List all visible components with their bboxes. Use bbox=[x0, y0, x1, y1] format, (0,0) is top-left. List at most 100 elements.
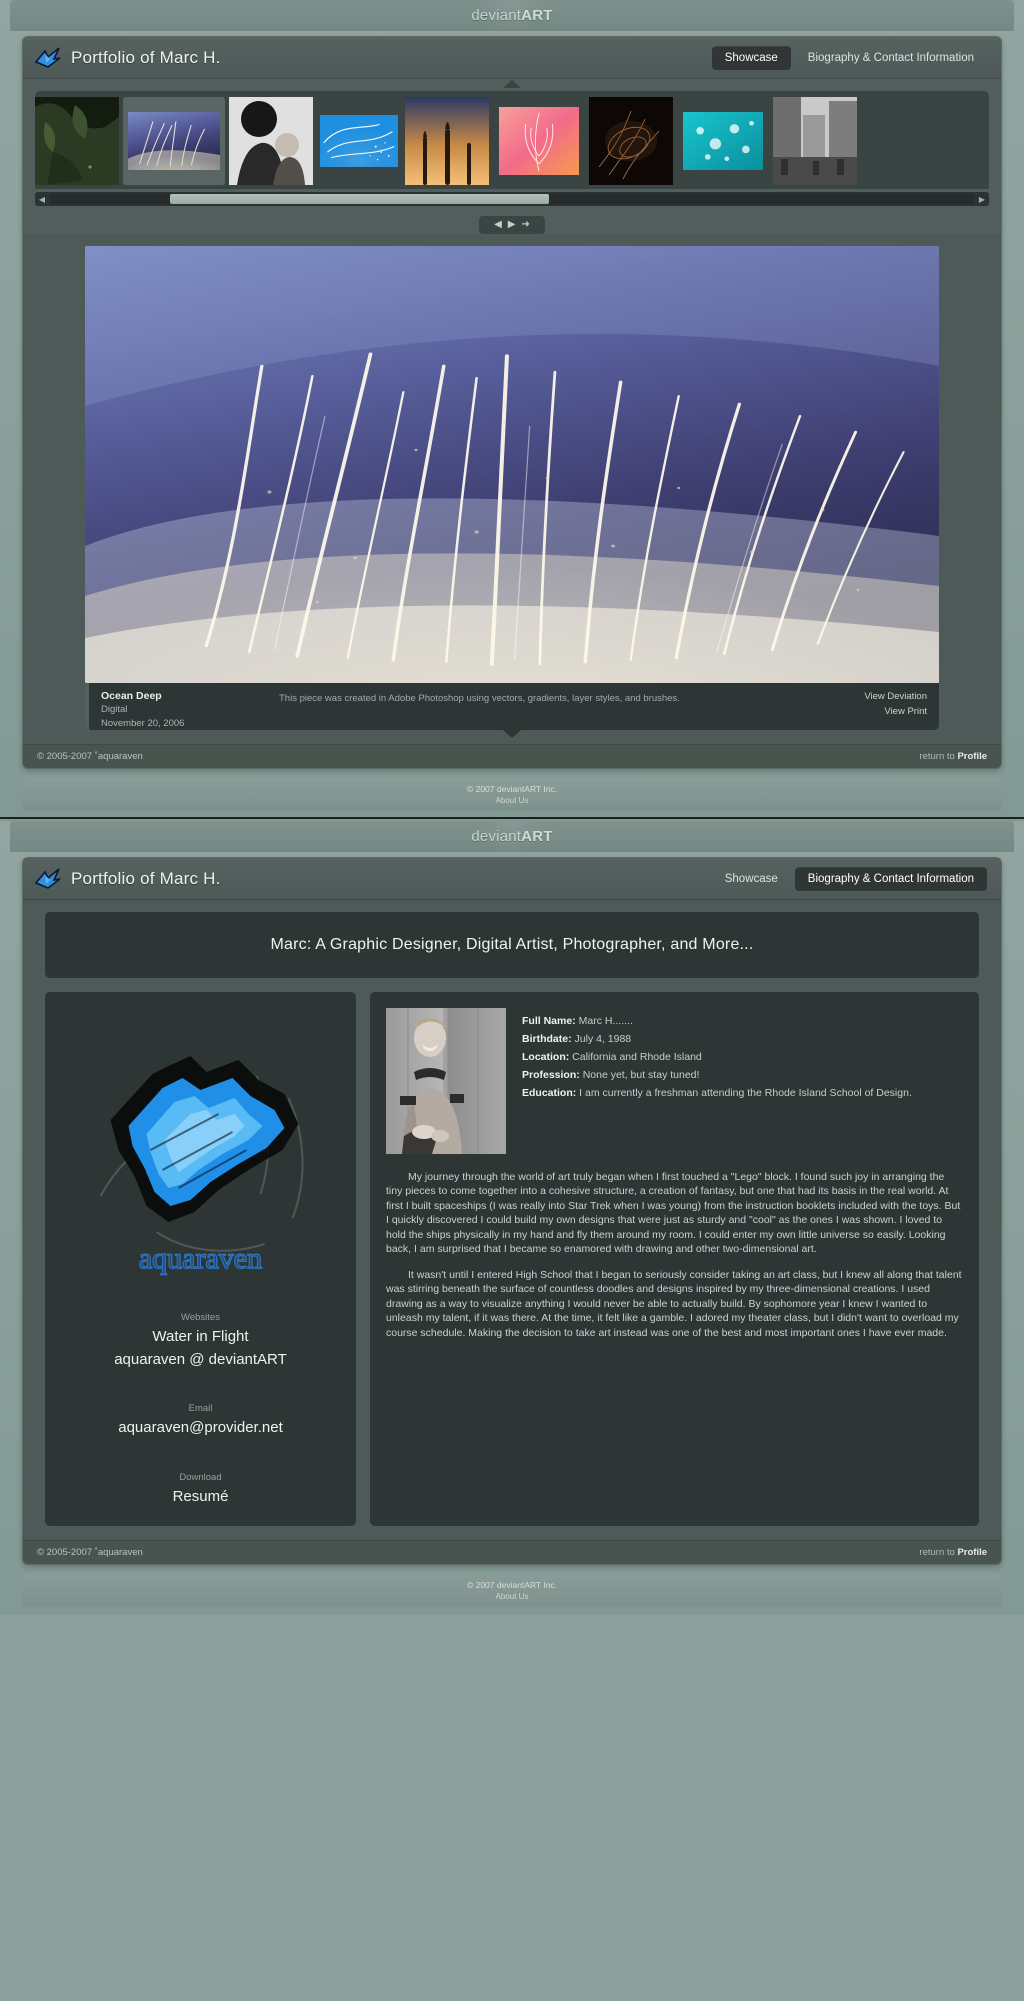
about-us-link[interactable]: About Us bbox=[496, 796, 529, 805]
aquaraven-bird-logo: aquaraven aquaraven bbox=[60, 1006, 341, 1306]
thumbnail-dark-smoke-fractal[interactable] bbox=[589, 97, 673, 185]
aquaraven-logo-box: aquaraven aquaraven bbox=[55, 1006, 346, 1306]
global-footer-1: © 2007 deviantART Inc. About Us bbox=[22, 777, 1002, 811]
view-deviation-link[interactable]: View Deviation bbox=[829, 691, 927, 702]
email-label: Email bbox=[188, 1403, 213, 1414]
arrow-right-icon[interactable]: ➜ bbox=[522, 220, 530, 230]
tab-biography[interactable]: Biography & Contact Information bbox=[795, 46, 987, 70]
fact-label-birthdate: Birthdate: bbox=[522, 1033, 572, 1046]
download-label: Download bbox=[179, 1471, 222, 1483]
thumbnail-blue-light-streaks-abstract[interactable] bbox=[317, 97, 401, 185]
fact-label-full-name: Full Name: bbox=[522, 1015, 576, 1027]
portfolio-card-showcase: Portfolio of Marc H. Showcase Biography … bbox=[22, 36, 1002, 769]
copyright-text-2: © 2005-2007 ˚aquaraven bbox=[37, 1547, 143, 1558]
thumbnail-mother-and-child-bw-photo[interactable] bbox=[229, 97, 313, 185]
biography-columns: aquaraven aquaraven Websites Water in Fl… bbox=[45, 992, 979, 1526]
profile-link[interactable]: Profile bbox=[957, 751, 987, 762]
tab-showcase-2[interactable]: Showcase bbox=[712, 867, 791, 891]
thumbnail-ocean-deep-abstract[interactable] bbox=[123, 97, 225, 185]
thumbnail-dark-foliage-photo[interactable] bbox=[35, 97, 119, 185]
biography-page: deviantART Portfolio of Marc H. Showcase… bbox=[0, 821, 1024, 1615]
scroll-right-icon[interactable]: ▶ bbox=[975, 195, 989, 204]
page-title: Portfolio of Marc H. bbox=[71, 47, 221, 67]
return-to-profile-2[interactable]: return to Profile bbox=[919, 1547, 987, 1558]
thumbnail-sunset-cattails-photo[interactable] bbox=[405, 97, 489, 185]
page-title-2: Portfolio of Marc H. bbox=[71, 868, 221, 888]
card-footer-biography: © 2005-2007 ˚aquaraven return to Profile bbox=[23, 1540, 1001, 1564]
fact-label-education: Education: bbox=[522, 1087, 577, 1100]
fact-label-profession: Profession: bbox=[522, 1069, 580, 1082]
artwork-description: This piece was created in Adobe Photosho… bbox=[279, 693, 680, 704]
gallery-strip: ◀ ▶ ◀ ▶ ➜ bbox=[23, 79, 1001, 234]
return-to-profile[interactable]: return to Profile bbox=[919, 751, 987, 762]
website-link-2[interactable]: aquaraven @ deviantART bbox=[114, 1349, 287, 1372]
tab-bar: Showcase Biography & Contact Information bbox=[711, 45, 987, 70]
artwork-date: November 20, 2006 bbox=[101, 717, 185, 729]
profile-link-2[interactable]: Profile bbox=[957, 1547, 987, 1558]
slideshow-controls[interactable]: ◀ ▶ ➜ bbox=[479, 216, 545, 234]
deviantart-brand-strip-2: deviantART bbox=[10, 821, 1014, 852]
brand-watermark bbox=[471, 0, 553, 31]
biography-headline: Marc: A Graphic Designer, Digital Artist… bbox=[270, 936, 754, 953]
brand-watermark-2 bbox=[471, 821, 553, 852]
biography-text: My journey through the world of art trul… bbox=[386, 1170, 963, 1340]
thumbnail-pink-orange-feather-abstract[interactable] bbox=[493, 97, 585, 185]
fact-birthdate: Birthdate: July 4, 1988 bbox=[522, 1030, 963, 1048]
bird-logo-icon[interactable] bbox=[33, 45, 63, 71]
ocean-deep-artwork[interactable] bbox=[85, 246, 939, 683]
thumbnail-city-street-bw-photo[interactable] bbox=[773, 97, 857, 185]
fact-location: Location: California and Rhode Island bbox=[522, 1048, 963, 1066]
fact-value-location: California and Rhode Island bbox=[572, 1051, 702, 1064]
fact-profession: Profession: None yet, but stay tuned! bbox=[522, 1066, 963, 1084]
websites-label: Websites bbox=[181, 1312, 220, 1323]
return-prefix-2: return to bbox=[919, 1547, 955, 1558]
arrow-left-icon[interactable]: ◀ bbox=[494, 220, 502, 230]
tab-showcase[interactable]: Showcase bbox=[711, 45, 791, 70]
page-divider bbox=[0, 817, 1024, 819]
view-print-link[interactable]: View Print bbox=[829, 706, 927, 717]
return-prefix: return to bbox=[919, 751, 955, 762]
thumbnail-list[interactable] bbox=[35, 91, 989, 189]
scrollbar-track[interactable] bbox=[50, 194, 974, 204]
bird-logo-icon-2[interactable] bbox=[33, 866, 63, 892]
email-address-link[interactable]: aquaraven@provider.net bbox=[118, 1417, 283, 1440]
fact-value-birthdate: July 4, 1988 bbox=[574, 1033, 632, 1046]
biography-banner: Marc: A Graphic Designer, Digital Artist… bbox=[45, 912, 979, 978]
caption-meta: Ocean Deep Digital November 20, 2006 bbox=[89, 683, 279, 730]
fact-label-location: Location: bbox=[522, 1051, 570, 1064]
showcase-image-holder bbox=[23, 234, 1001, 683]
portfolio-card-biography: Portfolio of Marc H. Showcase Biography … bbox=[22, 857, 1002, 1565]
tab-biography-2[interactable]: Biography & Contact Information bbox=[794, 866, 987, 891]
scrollbar-thumb[interactable] bbox=[170, 194, 549, 204]
artwork-caption-bar: Ocean Deep Digital November 20, 2006 Thi… bbox=[85, 683, 939, 730]
card-header: Portfolio of Marc H. Showcase Biography … bbox=[23, 37, 1001, 79]
bio-top-row: Full Name: Marc H....... Birthdate: July… bbox=[386, 1008, 963, 1154]
play-icon[interactable]: ▶ bbox=[508, 220, 516, 230]
card-footer-showcase: © 2005-2007 ˚aquaraven return to Profile bbox=[23, 744, 1001, 768]
fact-value-profession: None yet, but stay tuned! bbox=[582, 1069, 700, 1082]
contact-download: Download Resumé bbox=[173, 1472, 229, 1509]
facts-list: Full Name: Marc H....... Birthdate: July… bbox=[522, 1008, 963, 1154]
fact-value-full-name: Marc H....... bbox=[578, 1015, 633, 1027]
global-footer-2: © 2007 deviantART Inc. About Us bbox=[22, 1573, 1002, 1607]
copyright-text: © 2005-2007 ˚aquaraven bbox=[37, 751, 143, 762]
artwork-title: Ocean Deep bbox=[101, 690, 162, 702]
caption-notch-icon bbox=[503, 730, 521, 738]
caption-links: View Deviation View Print bbox=[829, 683, 939, 730]
selection-notch-icon bbox=[503, 80, 521, 88]
fact-full-name: Full Name: Marc H....... bbox=[522, 1012, 963, 1030]
biography-paragraph-1: My journey through the world of art trul… bbox=[386, 1171, 961, 1256]
card-header-2: Portfolio of Marc H. Showcase Biography … bbox=[23, 858, 1001, 900]
svg-text:aquaraven: aquaraven bbox=[139, 1242, 262, 1275]
resume-download-link[interactable]: Resumé bbox=[173, 1486, 229, 1509]
contact-panel: aquaraven aquaraven Websites Water in Fl… bbox=[45, 992, 356, 1526]
about-us-link-2[interactable]: About Us bbox=[496, 1592, 529, 1601]
gallery-scrollbar[interactable]: ◀ ▶ bbox=[35, 192, 989, 206]
biography-panel: Full Name: Marc H....... Birthdate: July… bbox=[370, 992, 979, 1526]
tab-bar-2: Showcase Biography & Contact Information bbox=[712, 866, 987, 891]
deviantart-brand-strip: deviantART bbox=[10, 0, 1014, 31]
scroll-left-icon[interactable]: ◀ bbox=[35, 195, 49, 204]
website-link-1[interactable]: Water in Flight bbox=[114, 1326, 287, 1349]
biography-paragraph-2: It wasn't until I entered High School th… bbox=[386, 1268, 962, 1339]
thumbnail-teal-bokeh-abstract[interactable] bbox=[677, 97, 769, 185]
